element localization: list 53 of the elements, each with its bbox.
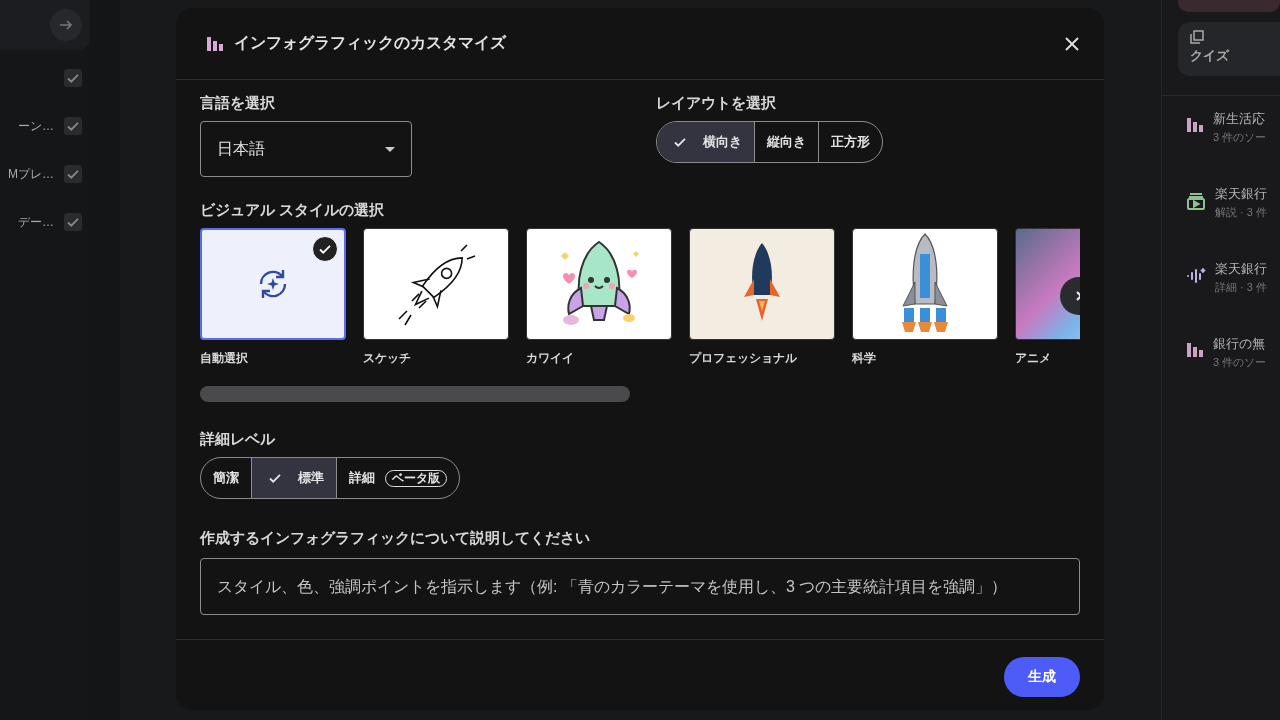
checkbox[interactable] — [64, 69, 82, 87]
style-card[interactable] — [852, 228, 998, 340]
source-title: ーン… — [18, 117, 54, 135]
style-label: 自動選択 — [200, 350, 249, 367]
layout-option[interactable]: 正方形 — [818, 122, 882, 162]
style-card[interactable] — [363, 228, 509, 340]
language-dropdown[interactable]: 日本語 — [200, 121, 412, 177]
check-icon — [66, 71, 80, 85]
source-title: デー… — [18, 213, 54, 231]
artifact-title[interactable]: 銀行の無 — [1213, 335, 1267, 353]
section-label: ビジュアル スタイルの選択 — [200, 201, 386, 220]
arrow-right-icon[interactable] — [50, 9, 82, 41]
detail-option[interactable]: 標準 — [251, 458, 336, 498]
source-title: Mプレ… — [8, 165, 54, 183]
description-field[interactable]: スタイル、色、強調ポイントを指示します（例: 「青のカラーテーマを使用し、3 つの主要統計項目を強調」） — [200, 558, 1080, 615]
section-label: 詳細レベル — [200, 430, 276, 449]
artifact-subtitle: 3 件のソー — [1213, 355, 1267, 370]
generate-button[interactable]: 生成 — [1004, 657, 1080, 697]
detail-option[interactable]: 簡潔 — [201, 458, 251, 498]
close-icon[interactable] — [1064, 35, 1080, 52]
dialog-title: インフォグラフィックのカスタマイズ — [234, 33, 508, 53]
artifact-subtitle: 詳細 · 3 件 — [1215, 280, 1267, 295]
check-icon — [312, 236, 338, 262]
style-label: アニメ — [1015, 350, 1052, 367]
style-label: 科学 — [852, 350, 877, 367]
style-card[interactable] — [689, 228, 835, 340]
layout-option[interactable]: 横向き — [657, 122, 754, 162]
field-label: 言語を選択 — [200, 94, 276, 113]
style-card[interactable] — [526, 228, 672, 340]
checkbox[interactable] — [64, 213, 82, 231]
checkbox[interactable] — [64, 165, 82, 183]
artifact-subtitle: 3 件のソー — [1213, 130, 1267, 145]
field-label: レイアウトを選択 — [656, 94, 777, 113]
check-icon — [66, 215, 80, 229]
style-label: スケッチ — [363, 350, 412, 367]
scrollbar[interactable] — [200, 386, 630, 402]
check-icon — [66, 167, 80, 181]
style-label: プロフェッショナル — [689, 350, 798, 367]
quiz-card[interactable]: クイズ — [1178, 22, 1280, 76]
layout-option[interactable]: 縦向き — [754, 122, 818, 162]
field-label: 作成するインフォグラフィックについて説明してください — [200, 529, 591, 548]
checkbox[interactable] — [64, 117, 82, 135]
dropdown-caret-icon — [385, 146, 395, 152]
detail-option[interactable]: 詳細 ベータ版 — [336, 458, 459, 498]
style-card[interactable] — [200, 228, 346, 340]
check-icon — [66, 119, 80, 133]
bar-chart-icon — [206, 34, 224, 53]
artifact-title[interactable]: 新生活応 — [1213, 110, 1267, 128]
artifact-title[interactable]: 楽天銀行 — [1215, 260, 1267, 278]
cards-icon — [1190, 30, 1204, 44]
style-label: カワイイ — [526, 350, 575, 367]
artifact-subtitle: 解説 · 3 件 — [1215, 205, 1267, 220]
artifact-title[interactable]: 楽天銀行 — [1215, 185, 1267, 203]
